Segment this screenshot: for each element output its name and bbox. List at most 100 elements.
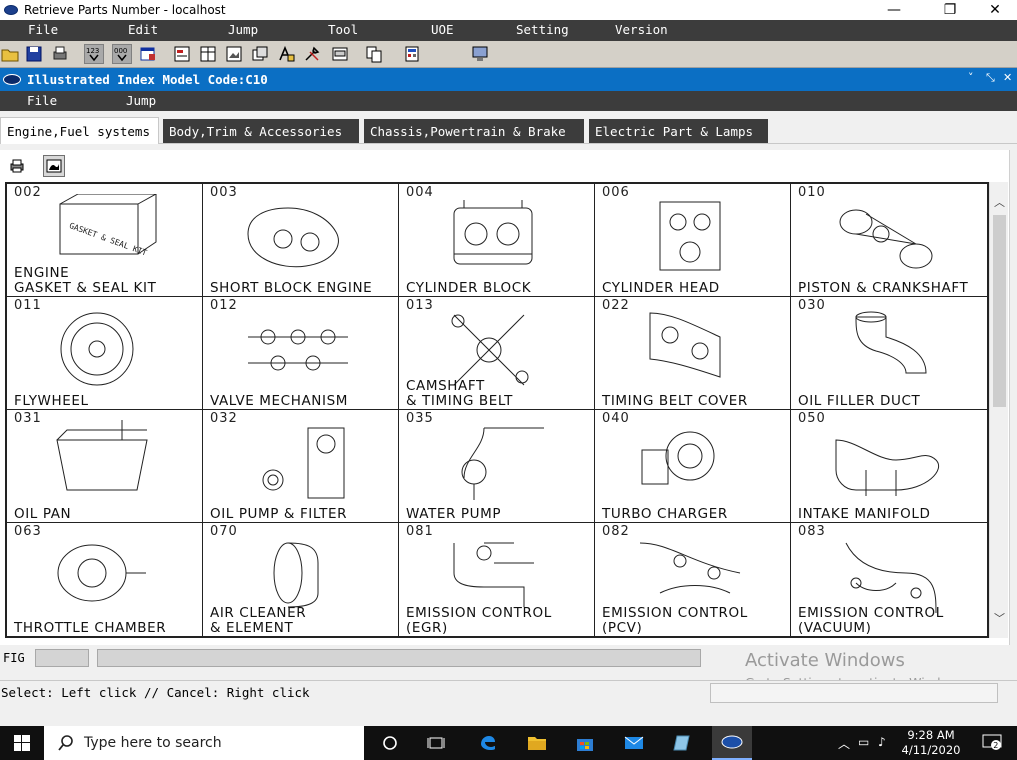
- part-cell-035[interactable]: 035 WATER PUMP: [399, 410, 595, 523]
- part-cell-050[interactable]: 050 INTAKE MANIFOLD: [791, 410, 987, 523]
- open-folder-icon[interactable]: [0, 44, 20, 64]
- part-illustration: [845, 542, 937, 613]
- store-icon[interactable]: [572, 731, 598, 755]
- print-icon: [10, 159, 24, 173]
- part-illustration: [248, 329, 348, 371]
- part-illustration: [649, 312, 721, 378]
- part-cell-070[interactable]: 070 AIR CLEANER & ELEMENT: [203, 523, 399, 636]
- part-cell-010[interactable]: 010 PISTON & CRANKSHAFT: [791, 184, 987, 297]
- part-code: 010: [798, 185, 826, 200]
- status-bar: Select: Left click // Cancel: Right clic…: [0, 680, 1017, 706]
- part-illustration: [839, 209, 933, 269]
- part-cell-081[interactable]: 081 EMISSION CONTROL (EGR): [399, 523, 595, 636]
- svg-text:2: 2: [993, 741, 998, 750]
- part-cell-082[interactable]: 082 EMISSION CONTROL (PCV): [595, 523, 791, 636]
- menu-tool[interactable]: Tool: [328, 22, 358, 37]
- part-cell-012[interactable]: 012 VALVE MECHANISM: [203, 297, 399, 410]
- notifications-icon[interactable]: 2: [982, 734, 1002, 753]
- chevron-down-icon[interactable]: ˅: [968, 71, 974, 84]
- fig-number-field[interactable]: [35, 649, 89, 667]
- gbp-icon[interactable]: [330, 44, 350, 64]
- parts-grid: 002 GASKET & SEAL KIT ENGINE GASKET & SEAL…: [5, 182, 989, 638]
- scroll-thumb[interactable]: [993, 215, 1006, 407]
- volume-icon[interactable]: ♪: [878, 735, 886, 749]
- menu-file[interactable]: File: [28, 22, 58, 37]
- fig-name-field[interactable]: [97, 649, 701, 667]
- tab-body-trim[interactable]: Body,Trim & Accessories: [163, 119, 359, 143]
- part-cell-083[interactable]: 083 EMISSION CONTROL (VACUUM): [791, 523, 987, 636]
- taskbar-search-input[interactable]: Type here to search: [44, 726, 364, 760]
- task-view-icon[interactable]: [423, 731, 449, 755]
- menu-jump[interactable]: Jump: [228, 22, 258, 37]
- mail-icon[interactable]: [621, 731, 647, 755]
- grid-icon[interactable]: [198, 44, 218, 64]
- parts-app-taskbar-icon[interactable]: [712, 726, 752, 760]
- start-button[interactable]: [0, 726, 44, 760]
- part-cell-006[interactable]: 006 CYLINDER HEAD: [595, 184, 791, 297]
- close-button[interactable]: ✕: [972, 0, 1017, 20]
- part-code: 040: [602, 411, 630, 426]
- edge-browser-icon[interactable]: [475, 731, 501, 755]
- file-explorer-icon[interactable]: [524, 731, 550, 755]
- tools-icon[interactable]: [302, 44, 322, 64]
- maximize-button[interactable]: ❐: [927, 0, 973, 20]
- part-cell-022[interactable]: 022 TIMING BELT COVER: [595, 297, 791, 410]
- scroll-down-icon[interactable]: ﹀: [990, 608, 1009, 628]
- form-icon[interactable]: [172, 44, 192, 64]
- text-icon[interactable]: [276, 44, 296, 64]
- part-cell-004[interactable]: 004 CYLINDER BLOCK: [399, 184, 595, 297]
- menu-uoe[interactable]: UOE: [431, 22, 454, 37]
- scroll-up-icon[interactable]: ︿: [990, 192, 1009, 212]
- part-illustration: [461, 427, 544, 500]
- numbers-123-icon[interactable]: 123: [84, 44, 104, 64]
- app-icon[interactable]: [670, 731, 696, 755]
- part-cell-003[interactable]: 003 SHORT BLOCK ENGINE: [203, 184, 399, 297]
- submenu-file[interactable]: File: [27, 93, 57, 108]
- print-button[interactable]: [6, 155, 28, 177]
- part-cell-002[interactable]: 002 GASKET & SEAL KIT ENGINE GASKET & SEAL…: [7, 184, 203, 297]
- windows-logo-icon: [14, 735, 30, 751]
- part-cell-030[interactable]: 030 OIL FILLER DUCT: [791, 297, 987, 410]
- tab-engine-fuel[interactable]: Engine,Fuel systems: [0, 117, 159, 144]
- vertical-scrollbar[interactable]: ︿ ﹀: [989, 182, 1008, 638]
- subwindow-close-icon[interactable]: ✕: [1003, 71, 1012, 84]
- window-titlebar: Retrieve Parts Number - localhost — ❐ ✕: [0, 0, 1017, 20]
- menu-version[interactable]: Version: [615, 22, 668, 37]
- save-icon[interactable]: [24, 44, 44, 64]
- tab-chassis-powertrain[interactable]: Chassis,Powertrain & Brake: [364, 119, 584, 143]
- tray-chevron-icon[interactable]: ︿: [838, 735, 850, 752]
- image-view-button[interactable]: [43, 155, 65, 177]
- part-cell-011[interactable]: 011 FLYWHEEL: [7, 297, 203, 410]
- part-cell-032[interactable]: 032 OIL PUMP & FILTER: [203, 410, 399, 523]
- part-code: 002: [14, 185, 42, 200]
- picture-icon[interactable]: [224, 44, 244, 64]
- copy-icon[interactable]: [364, 44, 384, 64]
- watermark-title: Activate Windows: [745, 650, 905, 671]
- part-label: CYLINDER BLOCK: [406, 280, 532, 296]
- numbers-000-icon[interactable]: 000: [112, 44, 132, 64]
- part-cell-063[interactable]: 063 THROTTLE CHAMBER: [7, 523, 203, 636]
- monitor-icon[interactable]: [470, 44, 490, 64]
- tab-electric-lamps[interactable]: Electric Part & Lamps: [589, 119, 768, 143]
- calculator-icon[interactable]: [402, 44, 422, 64]
- cortana-icon[interactable]: [377, 731, 403, 755]
- restore-icon[interactable]: ⤡: [986, 71, 995, 85]
- part-label: EMISSION CONTROL (EGR): [406, 605, 552, 636]
- submenu-jump[interactable]: Jump: [126, 93, 156, 108]
- part-cell-031[interactable]: 031 OIL PAN: [7, 410, 203, 523]
- part-cell-013[interactable]: 013 CAMSHAFT & TIMING BELT: [399, 297, 595, 410]
- part-code: 082: [602, 524, 630, 539]
- svg-text:123: 123: [86, 47, 99, 55]
- part-code: 050: [798, 411, 826, 426]
- system-clock[interactable]: 9:28 AM 4/11/2020: [900, 728, 962, 758]
- menu-setting[interactable]: Setting: [516, 22, 569, 37]
- menu-edit[interactable]: Edit: [128, 22, 158, 37]
- minimize-button[interactable]: —: [871, 0, 917, 20]
- part-cell-040[interactable]: 040 TURBO CHARGER: [595, 410, 791, 523]
- network-icon[interactable]: ▭: [858, 735, 869, 749]
- layers-icon[interactable]: [250, 44, 270, 64]
- window-icon[interactable]: [138, 44, 158, 64]
- status-field: [710, 683, 998, 703]
- print-icon[interactable]: [50, 44, 70, 64]
- illustration-panel: 002 GASKET & SEAL KIT ENGINE GASKET & SEAL…: [0, 150, 1010, 645]
